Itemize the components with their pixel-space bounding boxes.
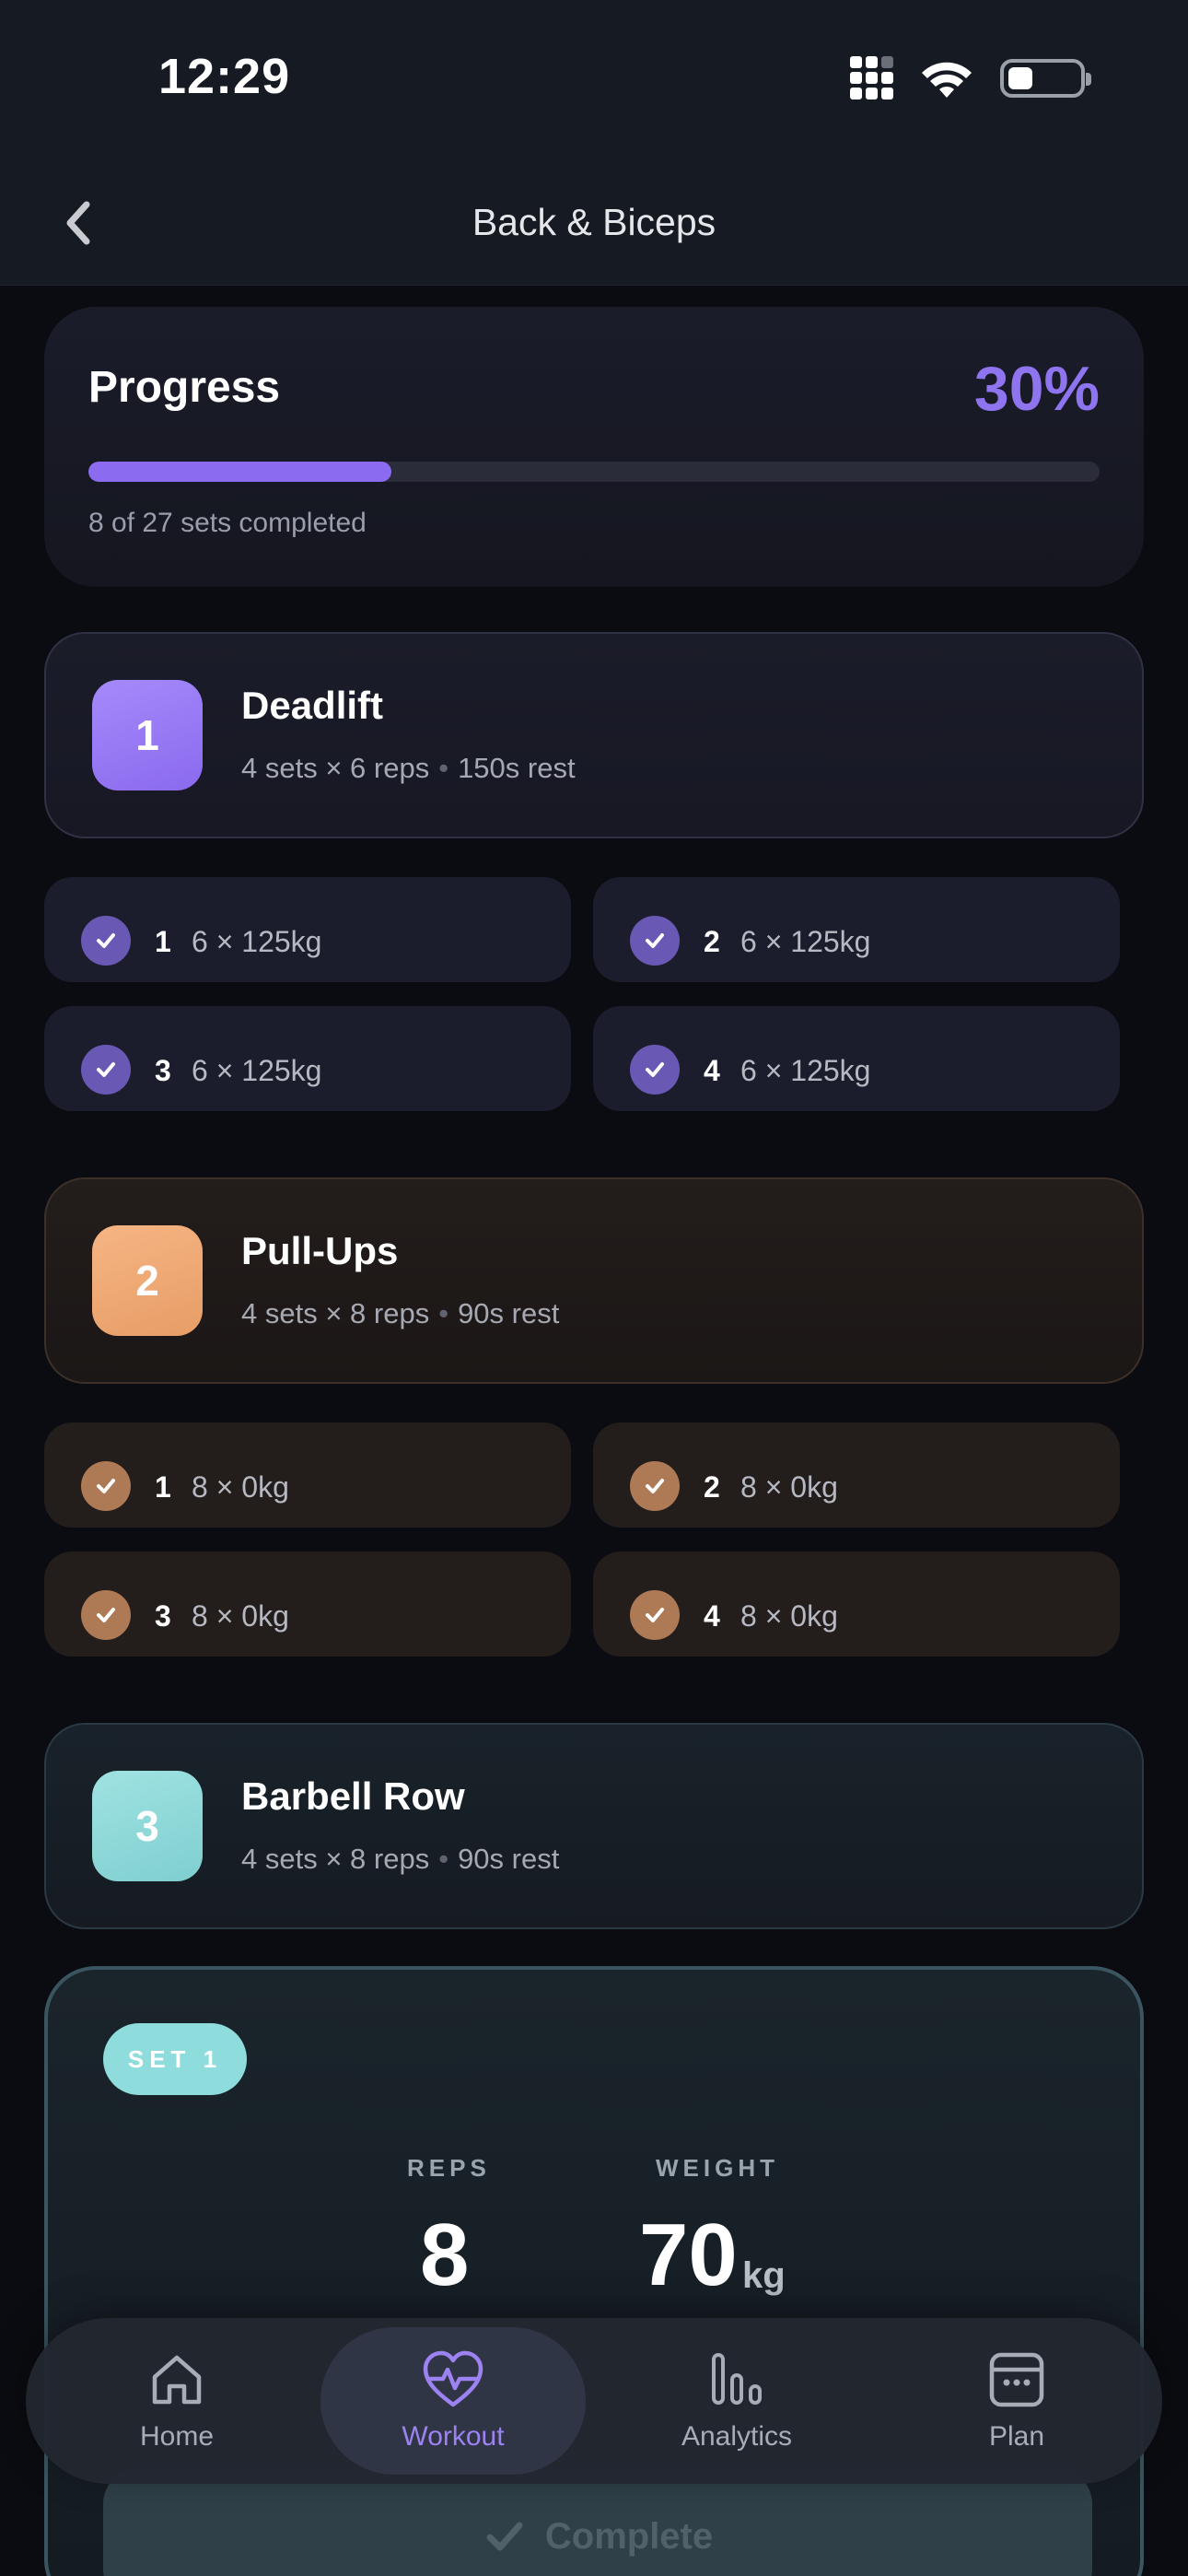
set-chip[interactable]: 1 6 × 125kg: [44, 877, 571, 982]
exercise-card-deadlift[interactable]: 1 Deadlift 4 sets × 6 reps • 150s rest: [44, 632, 1144, 838]
set-chip[interactable]: 1 8 × 0kg: [44, 1423, 571, 1528]
set-number: 3: [155, 1599, 171, 1633]
status-time: 12:29: [158, 49, 291, 104]
set-chip[interactable]: 4 6 × 125kg: [593, 1006, 1120, 1111]
weight-unit: kg: [742, 2255, 786, 2296]
status-icons: [850, 56, 1091, 100]
home-icon: [152, 2355, 202, 2405]
check-icon: [81, 1461, 131, 1511]
check-icon: [81, 916, 131, 966]
exercise-name: Deadlift: [241, 684, 384, 727]
set-value: 8 × 0kg: [192, 1470, 289, 1504]
exercise-meta: 4 sets × 8 reps • 90s rest: [241, 1843, 559, 1876]
set-chip[interactable]: 3 6 × 125kg: [44, 1006, 571, 1111]
check-icon: [630, 1045, 680, 1095]
bar-chart-icon: [712, 2353, 762, 2405]
tab-label: Workout: [402, 2421, 505, 2452]
check-icon: [630, 916, 680, 966]
battery-icon: [1000, 59, 1091, 98]
exercise-number-badge: 1: [92, 680, 203, 790]
exercise-meta: 4 sets × 6 reps • 150s rest: [241, 752, 576, 785]
complete-label: Complete: [544, 2515, 714, 2557]
tab-workout[interactable]: Workout: [320, 2327, 586, 2475]
set-value: 8 × 0kg: [740, 1599, 838, 1633]
reps-label: REPS: [407, 2154, 491, 2182]
progress-summary: 8 of 27 sets completed: [88, 508, 367, 538]
exercise-card-barbell-row[interactable]: 3 Barbell Row 4 sets × 8 reps • 90s rest: [44, 1723, 1144, 1929]
exercise-name: Pull-Ups: [241, 1229, 399, 1272]
set-value: 6 × 125kg: [740, 1054, 871, 1087]
set-number: 4: [704, 1054, 720, 1087]
check-icon: [630, 1461, 680, 1511]
separator-dot: •: [438, 1297, 449, 1329]
set-chip[interactable]: 2 8 × 0kg: [593, 1423, 1120, 1528]
set-number: 3: [155, 1054, 171, 1087]
progress-bar-fill: [88, 462, 392, 482]
wifi-icon: [922, 62, 972, 98]
set-badge: SET 1: [103, 2023, 247, 2095]
set-number: 2: [704, 925, 720, 958]
tab-plan[interactable]: Plan: [884, 2327, 1149, 2475]
separator-dot: •: [438, 1843, 449, 1875]
heart-pulse-icon: [423, 2350, 483, 2407]
check-icon: [81, 1590, 131, 1640]
exercise-number-badge: 2: [92, 1225, 203, 1336]
set-value: 6 × 125kg: [192, 1054, 322, 1087]
progress-bar: [88, 462, 1100, 482]
set-chip[interactable]: 2 6 × 125kg: [593, 877, 1120, 982]
exercise-rest: 90s rest: [458, 1843, 560, 1875]
progress-percent: 30%: [973, 354, 1100, 424]
check-icon: [630, 1590, 680, 1640]
exercise-card-pull-ups[interactable]: 2 Pull-Ups 4 sets × 8 reps • 90s rest: [44, 1177, 1144, 1384]
top-bar: 12:29 Back & Biceps: [0, 0, 1188, 286]
tab-home[interactable]: Home: [44, 2327, 309, 2475]
tab-label: Plan: [988, 2421, 1045, 2452]
calendar-icon: [989, 2352, 1044, 2407]
cellular-signal-icon: [850, 56, 893, 100]
check-icon: [486, 2522, 523, 2551]
set-value: 8 × 0kg: [192, 1599, 289, 1633]
tab-label: Home: [139, 2421, 215, 2452]
set-number: 4: [704, 1599, 720, 1633]
exercise-meta: 4 sets × 8 reps • 90s rest: [241, 1297, 559, 1330]
progress-label: Progress: [88, 363, 281, 412]
exercise-rest: 150s rest: [458, 752, 576, 784]
set-value: 8 × 0kg: [740, 1470, 838, 1504]
exercise-sets-reps: 4 sets × 8 reps: [241, 1843, 430, 1875]
set-value: 6 × 125kg: [192, 925, 322, 958]
progress-card: Progress 30% 8 of 27 sets completed: [44, 307, 1144, 587]
separator-dot: •: [438, 752, 449, 784]
weight-value[interactable]: 70: [639, 2211, 738, 2300]
reps-value[interactable]: 8: [420, 2211, 469, 2300]
set-chip[interactable]: 4 8 × 0kg: [593, 1551, 1120, 1657]
set-number: 1: [155, 925, 171, 958]
tab-label: Analytics: [681, 2421, 793, 2452]
exercise-sets-reps: 4 sets × 6 reps: [241, 752, 430, 784]
set-value: 6 × 125kg: [740, 925, 871, 958]
set-number: 1: [155, 1470, 171, 1504]
set-chip[interactable]: 3 8 × 0kg: [44, 1551, 571, 1657]
tab-analytics[interactable]: Analytics: [604, 2327, 869, 2475]
set-number: 2: [704, 1470, 720, 1504]
tab-bar: Home Workout Analytics Plan: [26, 2318, 1162, 2484]
active-set-panel: SET 1 REPS 8 WEIGHT 70 kg Complete: [44, 1966, 1144, 2576]
page-title: Back & Biceps: [472, 201, 716, 243]
exercise-name: Barbell Row: [241, 1774, 465, 1818]
weight-label: WEIGHT: [656, 2154, 779, 2182]
check-icon: [81, 1045, 131, 1095]
exercise-sets-reps: 4 sets × 8 reps: [241, 1297, 430, 1329]
exercise-rest: 90s rest: [458, 1297, 560, 1329]
exercise-number-badge: 3: [92, 1771, 203, 1881]
